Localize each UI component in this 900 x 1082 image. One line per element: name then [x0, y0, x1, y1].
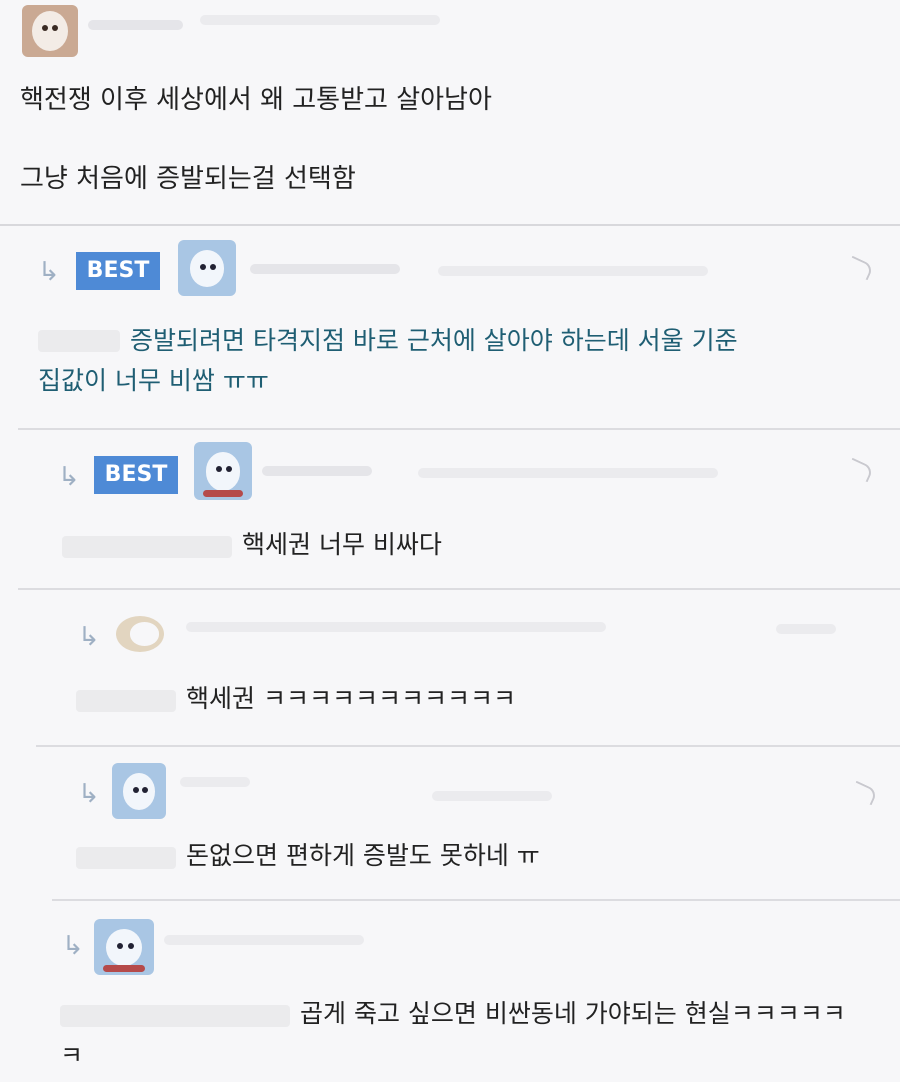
comment-item: ↳ BEST 핵세권 너무 비싸다 [18, 430, 900, 590]
comment-text: 증발되려면 타격지점 바로 근처에 살아야 하는데 서울 기준 [130, 326, 738, 355]
comment-item: ↳ BEST 증발되려면 타격지점 바로 근처에 살아야 하는데 서울 기준 집… [18, 226, 900, 430]
reply-arrow-icon: ↳ [78, 622, 100, 652]
comment-text: 핵세권 ㅋㅋㅋㅋㅋㅋㅋㅋㅋㅋㅋ [186, 684, 516, 713]
original-post: 핵전쟁 이후 세상에서 왜 고통받고 살아남아 그냥 처음에 증발되는걸 선택함 [0, 0, 900, 226]
blurred-mention [76, 847, 176, 869]
avatar-scarf [103, 964, 145, 972]
reply-arrow-icon: ↳ [58, 462, 80, 492]
user-avatar-icon[interactable] [116, 616, 164, 652]
comment-item: ↳ 곱게 죽고 싶으면 비싼동네 가야되는 현실ㅋㅋㅋㅋㅋ ㅋ [36, 901, 900, 1082]
avatar-face [122, 773, 156, 811]
comment-text-continued: ㅋ [60, 1041, 84, 1070]
blurred-meta [432, 791, 552, 801]
bear-avatar-icon[interactable] [112, 763, 166, 819]
comment-text: 곱게 죽고 싶으면 비싼동네 가야되는 현실ㅋㅋㅋㅋㅋ [300, 999, 846, 1028]
avatar-eye [132, 786, 139, 793]
comment-item: ↳ 핵세권 ㅋㅋㅋㅋㅋㅋㅋㅋㅋㅋㅋ [36, 590, 900, 747]
blurred-meta [418, 468, 718, 478]
best-badge: BEST [94, 456, 178, 494]
avatar-face [32, 11, 68, 51]
dog-avatar-icon[interactable] [22, 5, 78, 57]
reply-arrow-icon: ↳ [62, 931, 84, 961]
avatar-eye [200, 263, 207, 270]
comment-text-continued: 집값이 너무 비쌈 ㅠㅠ [38, 366, 269, 395]
avatar-eye [52, 25, 58, 31]
post-line-2: 그냥 처음에 증발되는걸 선택함 [20, 164, 356, 194]
avatar-eye [127, 942, 134, 949]
blurred-mention [38, 330, 120, 352]
blurred-meta [776, 624, 836, 634]
blurred-mention [60, 1005, 290, 1027]
comment-text: 핵세권 너무 비싸다 [242, 530, 442, 559]
blurred-mention [76, 690, 176, 712]
avatar-face [205, 452, 241, 491]
avatar-eye [116, 942, 123, 949]
bear-avatar-icon[interactable] [94, 919, 154, 975]
comment-text: 돈없으면 편하게 증발도 못하네 ㅠ [186, 841, 540, 870]
avatar-face [106, 929, 142, 967]
blurred-username [250, 264, 400, 274]
post-line-1: 핵전쟁 이후 세상에서 왜 고통받고 살아남아 [20, 85, 492, 115]
avatar-face [189, 250, 225, 288]
more-options-icon[interactable] [845, 457, 875, 483]
more-options-icon[interactable] [849, 780, 879, 806]
blurred-username [164, 935, 364, 945]
avatar-eye [142, 786, 149, 793]
bear-avatar-icon[interactable] [178, 240, 236, 296]
avatar-eye [42, 25, 48, 31]
blurred-mention [62, 536, 232, 558]
avatar-cutout [130, 622, 160, 646]
blurred-meta [200, 15, 440, 25]
comment-item: ↳ 돈없으면 편하게 증발도 못하네 ㅠ [52, 747, 900, 901]
more-options-icon[interactable] [845, 255, 875, 281]
blurred-username [88, 20, 183, 30]
reply-arrow-icon: ↳ [38, 257, 60, 287]
blurred-username [180, 777, 250, 787]
avatar-scarf [202, 489, 244, 497]
best-badge: BEST [76, 252, 160, 290]
blurred-meta [438, 266, 708, 276]
blurred-username [186, 622, 606, 632]
reply-arrow-icon: ↳ [78, 779, 100, 809]
blurred-username [262, 466, 372, 476]
bear-avatar-icon[interactable] [194, 442, 252, 500]
